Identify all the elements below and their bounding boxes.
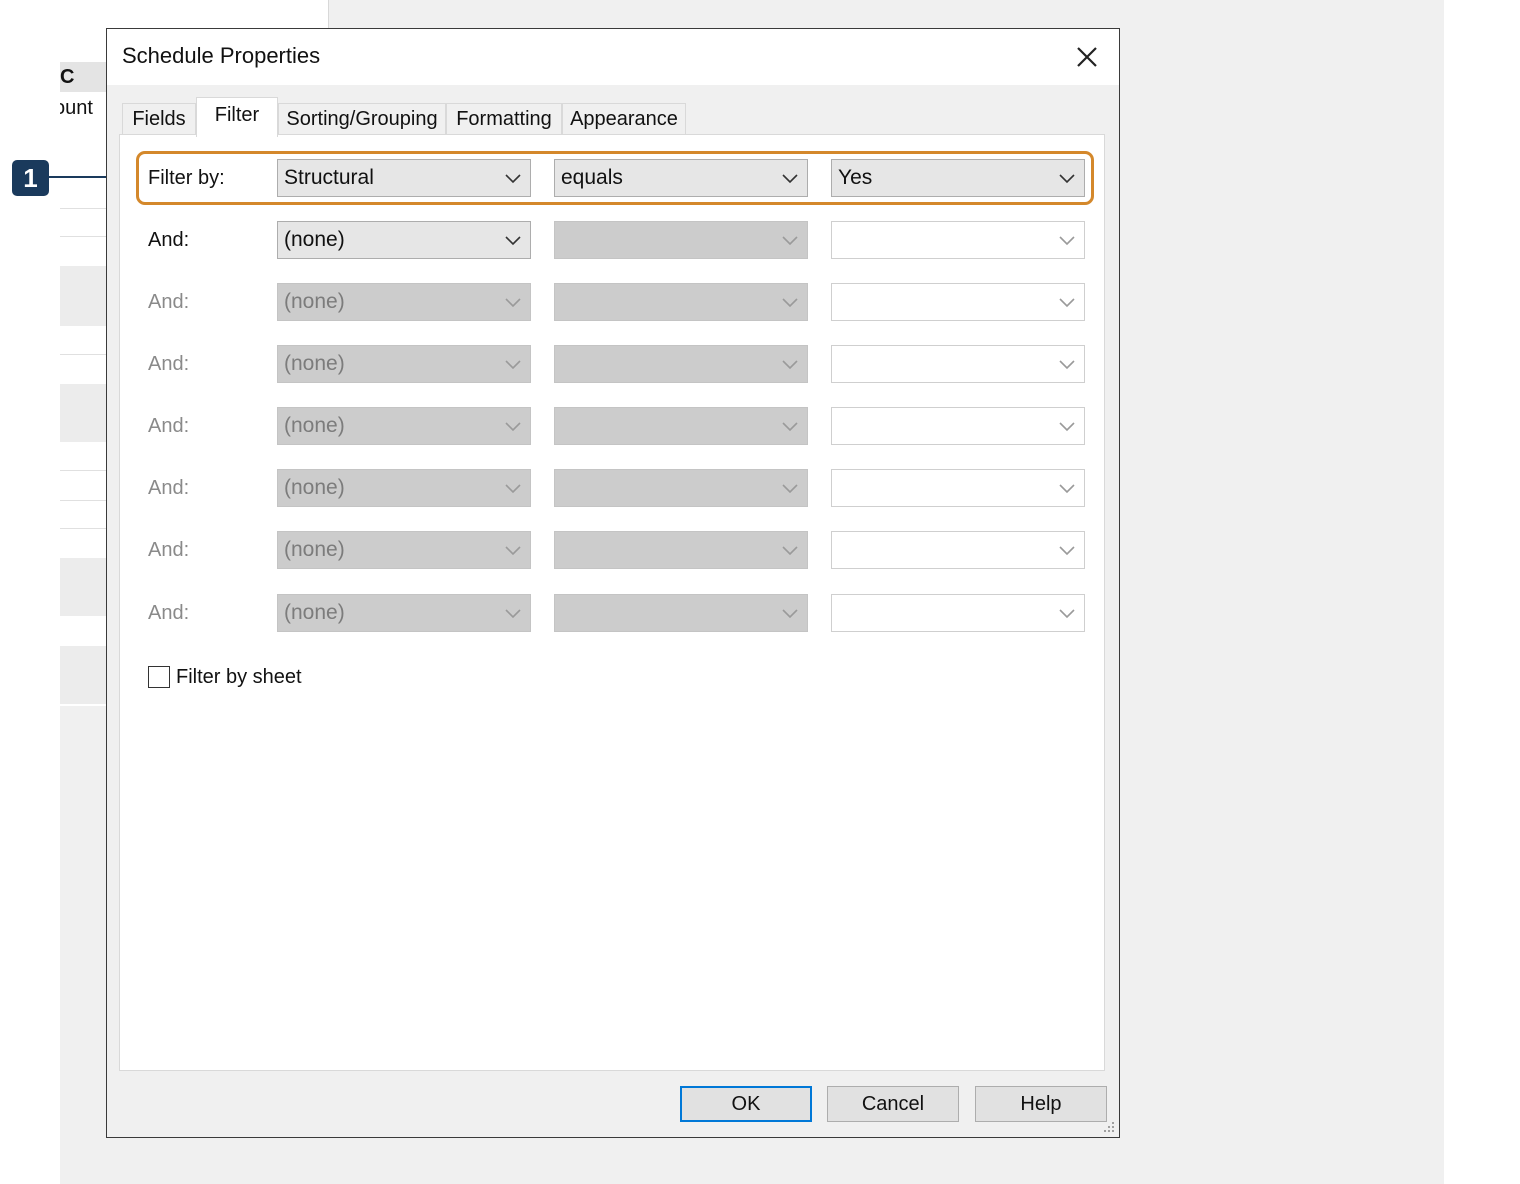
- and-label-2: And:: [148, 291, 190, 313]
- divider: [60, 470, 106, 471]
- help-button[interactable]: Help: [975, 1086, 1107, 1122]
- filter-by-label: Filter by:: [148, 167, 225, 189]
- filter-8-field-value: (none): [284, 601, 345, 624]
- filter-5-value-dropdown: [831, 407, 1085, 445]
- background-column-header: C: [60, 62, 106, 92]
- tab-formatting[interactable]: Formatting: [446, 103, 562, 135]
- chevron-down-icon: [782, 298, 798, 308]
- schedule-properties-dialog: Schedule Properties Fields Filter Sortin…: [106, 28, 1120, 1138]
- filter-7-value-dropdown: [831, 531, 1085, 569]
- filter-1-operator-value: equals: [561, 166, 623, 189]
- chevron-down-icon: [1059, 360, 1075, 370]
- tab-filter[interactable]: Filter: [196, 97, 278, 137]
- chevron-down-icon: [1059, 298, 1075, 308]
- filter-6-field-value: (none): [284, 476, 345, 499]
- close-icon: [1077, 47, 1097, 67]
- filter-tab-panel: Filter by: Structural equals Yes And: (n…: [119, 134, 1105, 1071]
- and-label-7: And:: [148, 602, 190, 624]
- filter-1-field-dropdown[interactable]: Structural: [277, 159, 531, 197]
- filter-5-operator-dropdown: [554, 407, 808, 445]
- tab-fields[interactable]: Fields: [122, 103, 196, 135]
- chevron-down-icon: [1059, 484, 1075, 494]
- background-row: [60, 646, 106, 704]
- filter-4-field-dropdown: (none): [277, 345, 531, 383]
- filter-1-operator-dropdown[interactable]: equals: [554, 159, 808, 197]
- filter-6-value-dropdown: [831, 469, 1085, 507]
- filter-3-operator-dropdown: [554, 283, 808, 321]
- filter-6-operator-dropdown: [554, 469, 808, 507]
- filter-2-field-dropdown[interactable]: (none): [277, 221, 531, 259]
- and-label-3: And:: [148, 353, 190, 375]
- background-row: [60, 558, 106, 616]
- filter-8-operator-dropdown: [554, 594, 808, 632]
- filter-3-value-dropdown: [831, 283, 1085, 321]
- cancel-button[interactable]: Cancel: [827, 1086, 959, 1122]
- chevron-down-icon: [1059, 236, 1075, 246]
- divider: [60, 528, 106, 529]
- divider: [60, 500, 106, 501]
- and-label-4: And:: [148, 415, 190, 437]
- and-label-5: And:: [148, 477, 190, 499]
- chevron-down-icon: [505, 422, 521, 432]
- filter-3-field-dropdown: (none): [277, 283, 531, 321]
- filter-by-sheet-label: Filter by sheet: [176, 666, 302, 688]
- filter-7-operator-dropdown: [554, 531, 808, 569]
- filter-4-operator-dropdown: [554, 345, 808, 383]
- close-button[interactable]: [1069, 39, 1105, 75]
- and-label-6: And:: [148, 539, 190, 561]
- chevron-down-icon: [782, 174, 798, 184]
- chevron-down-icon: [782, 609, 798, 619]
- chevron-down-icon: [782, 484, 798, 494]
- chevron-down-icon: [505, 236, 521, 246]
- chevron-down-icon: [1059, 422, 1075, 432]
- background-row: [60, 266, 106, 326]
- filter-6-field-dropdown: (none): [277, 469, 531, 507]
- chevron-down-icon: [1059, 546, 1075, 556]
- filter-8-value-dropdown: [831, 594, 1085, 632]
- dialog-title: Schedule Properties: [122, 43, 321, 68]
- filter-7-field-dropdown: (none): [277, 531, 531, 569]
- chevron-down-icon: [1059, 174, 1075, 184]
- chevron-down-icon: [505, 174, 521, 184]
- filter-1-value-dropdown[interactable]: Yes: [831, 159, 1085, 197]
- tab-sorting-grouping[interactable]: Sorting/Grouping: [278, 103, 446, 135]
- chevron-down-icon: [505, 609, 521, 619]
- and-label-1: And:: [148, 229, 190, 251]
- filter-2-value-dropdown: [831, 221, 1085, 259]
- resize-grip-icon[interactable]: [1102, 1120, 1116, 1134]
- divider: [60, 354, 106, 355]
- background-schedule-panel: C ount: [60, 60, 106, 706]
- ok-button[interactable]: OK: [680, 1086, 812, 1122]
- filter-1-field-value: Structural: [284, 166, 374, 189]
- divider: [60, 236, 106, 237]
- chevron-down-icon: [782, 546, 798, 556]
- divider: [60, 208, 106, 209]
- filter-4-value-dropdown: [831, 345, 1085, 383]
- filter-1-value-value: Yes: [838, 166, 873, 189]
- tab-appearance[interactable]: Appearance: [562, 103, 686, 135]
- filter-by-sheet-checkbox[interactable]: [148, 666, 170, 688]
- dialog-titlebar[interactable]: Schedule Properties: [107, 29, 1119, 85]
- filter-4-field-value: (none): [284, 352, 345, 375]
- chevron-down-icon: [505, 360, 521, 370]
- chevron-down-icon: [505, 298, 521, 308]
- callout-badge: 1: [12, 160, 49, 196]
- filter-5-field-dropdown: (none): [277, 407, 531, 445]
- filter-5-field-value: (none): [284, 414, 345, 437]
- filter-2-operator-dropdown: [554, 221, 808, 259]
- chevron-down-icon: [505, 546, 521, 556]
- chevron-down-icon: [505, 484, 521, 494]
- chevron-down-icon: [782, 422, 798, 432]
- chevron-down-icon: [782, 360, 798, 370]
- background-column-subheader: ount: [60, 97, 93, 119]
- filter-3-field-value: (none): [284, 290, 345, 313]
- background-row: [60, 384, 106, 442]
- filter-8-field-dropdown: (none): [277, 594, 531, 632]
- chevron-down-icon: [782, 236, 798, 246]
- filter-2-field-value: (none): [284, 228, 345, 251]
- filter-7-field-value: (none): [284, 538, 345, 561]
- chevron-down-icon: [1059, 609, 1075, 619]
